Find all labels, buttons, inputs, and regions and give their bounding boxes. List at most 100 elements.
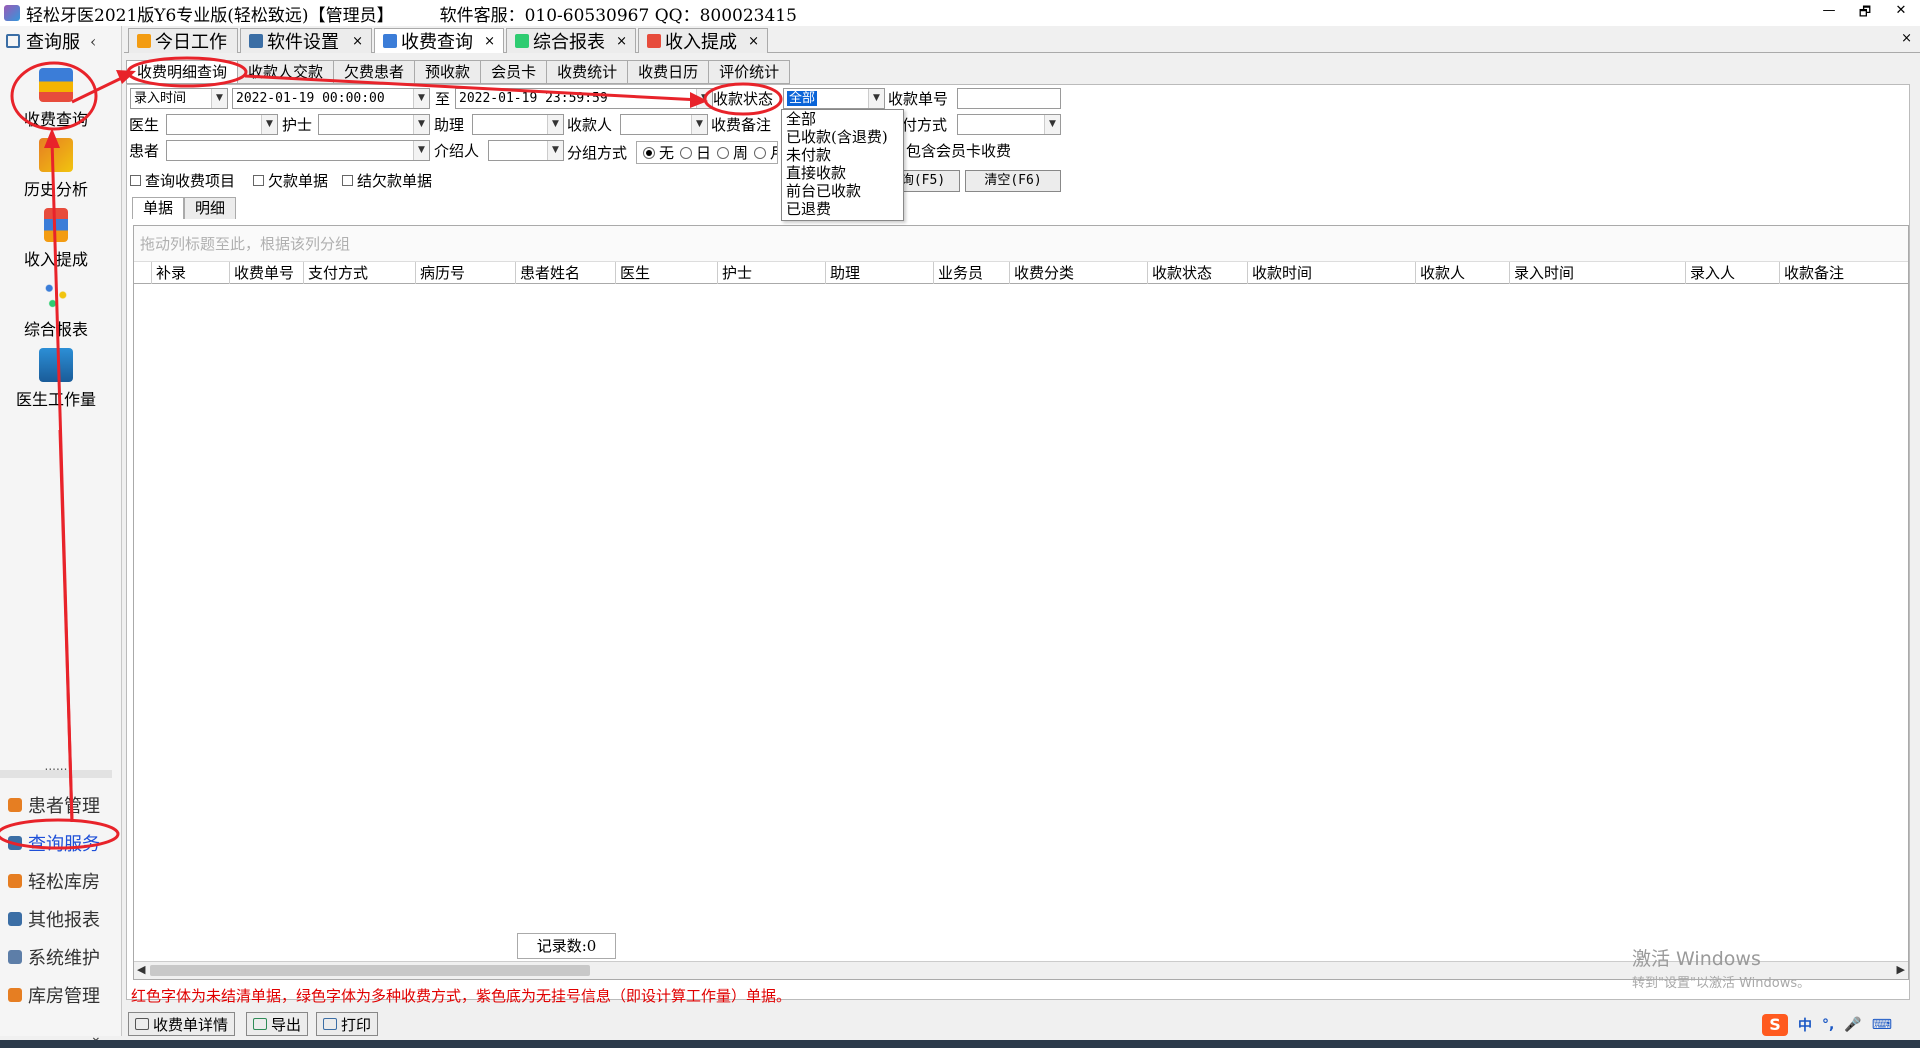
module-charge-query[interactable]: 收费查询: [0, 68, 112, 130]
microphone-icon[interactable]: 🎤: [1844, 1017, 1861, 1033]
column-header[interactable]: 录入时间: [1510, 262, 1686, 284]
sogou-logo-icon[interactable]: S: [1762, 1014, 1788, 1036]
pay-method-select[interactable]: ▼: [957, 114, 1061, 135]
debt-bills-checkbox[interactable]: 欠款单据: [253, 170, 328, 191]
column-header[interactable]: 医生: [616, 262, 718, 284]
tab-charge-query[interactable]: 收费查询 ×: [374, 28, 504, 53]
scroll-left-icon[interactable]: ◀: [137, 963, 145, 976]
close-icon[interactable]: ×: [484, 34, 495, 49]
column-header[interactable]: 护士: [718, 262, 826, 284]
cashier-select[interactable]: ▼: [620, 114, 708, 135]
nav-system-maintenance[interactable]: 系统维护: [8, 942, 112, 972]
group-panel[interactable]: 拖动列标题至此，根据该列分组: [134, 226, 1908, 262]
column-header[interactable]: 助理: [826, 262, 934, 284]
close-button[interactable]: ✕: [1890, 3, 1912, 25]
close-icon[interactable]: ×: [748, 34, 759, 49]
tab-label: 收费查询: [401, 32, 473, 53]
collapse-chevron-icon[interactable]: ‹: [90, 32, 96, 51]
subtab-charge-detail[interactable]: 收费明细查询: [126, 60, 238, 84]
column-header[interactable]: 收款时间: [1248, 262, 1416, 284]
nav-patient-management[interactable]: 患者管理: [8, 790, 112, 820]
panel-splitter[interactable]: ......: [0, 760, 112, 778]
status-option-paid[interactable]: 已收款(含退费): [782, 128, 903, 146]
status-option-refunded[interactable]: 已退费: [782, 200, 903, 218]
settled-debt-checkbox[interactable]: 结欠款单据: [342, 170, 432, 191]
column-header[interactable]: 病历号: [416, 262, 516, 284]
column-header[interactable]: 业务员: [934, 262, 1010, 284]
group-month-radio[interactable]: 月: [754, 142, 777, 163]
column-header[interactable]: 收款状态: [1148, 262, 1248, 284]
group-none-radio[interactable]: 无: [643, 142, 674, 163]
module-comprehensive-report[interactable]: 综合报表: [0, 278, 112, 340]
close-icon[interactable]: ×: [616, 34, 627, 49]
ime-punctuation[interactable]: °,: [1822, 1017, 1834, 1033]
column-header[interactable]: 收费分类: [1010, 262, 1148, 284]
ime-language[interactable]: 中: [1798, 1015, 1812, 1035]
clear-button[interactable]: 清空(F6): [965, 170, 1061, 192]
module-history-analysis[interactable]: 历史分析: [0, 138, 112, 200]
status-option-front-desk[interactable]: 前台已收款: [782, 182, 903, 200]
restore-button[interactable]: 🗗: [1854, 3, 1876, 25]
close-all-tabs-icon[interactable]: ×: [1901, 31, 1912, 46]
tab-details[interactable]: 明细: [184, 197, 237, 219]
column-header[interactable]: 收款人: [1416, 262, 1510, 284]
bill-detail-button[interactable]: 收费单详情: [128, 1012, 236, 1036]
column-header[interactable]: 收费单号: [230, 262, 304, 284]
print-button[interactable]: 打印: [316, 1012, 379, 1036]
subtab-debt-patients[interactable]: 欠费患者: [333, 60, 415, 84]
scroll-right-icon[interactable]: ▶: [1897, 963, 1905, 976]
status-label: 收款状态: [713, 90, 774, 108]
report-dots-icon: [515, 34, 529, 48]
column-header[interactable]: 收款备注: [1780, 262, 1908, 284]
column-header[interactable]: 支付方式: [304, 262, 416, 284]
module-doctor-workload[interactable]: 医生工作量: [0, 348, 112, 410]
tab-today-work[interactable]: 今日工作: [128, 28, 238, 53]
export-button[interactable]: 导出: [246, 1012, 309, 1036]
end-time-value: 2022-01-19 23:59:59: [459, 91, 608, 106]
keyboard-icon[interactable]: ⌨: [1872, 1017, 1892, 1033]
subtab-cashier-handover[interactable]: 收款人交款: [237, 60, 334, 84]
nav-store-management[interactable]: 库房管理: [8, 980, 112, 1010]
receipt-no-input[interactable]: [957, 88, 1061, 109]
chevron-down-icon: ▼: [691, 115, 707, 134]
close-icon[interactable]: ×: [352, 34, 363, 49]
tab-software-settings[interactable]: 软件设置 ×: [240, 28, 372, 53]
income-bar-icon: [647, 34, 661, 48]
end-time-field[interactable]: 2022-01-19 23:59:59 ▼: [455, 88, 713, 109]
status-option-unpaid[interactable]: 未付款: [782, 146, 903, 164]
tab-comprehensive-report[interactable]: 综合报表 ×: [506, 28, 636, 53]
nurse-select[interactable]: ▼: [318, 114, 430, 135]
chart-icon: [383, 34, 397, 48]
column-header[interactable]: 补录: [152, 262, 230, 284]
start-time-field[interactable]: 2022-01-19 00:00:00 ▼: [232, 88, 430, 109]
status-option-direct[interactable]: 直接收款: [782, 164, 903, 182]
main-tabs: 今日工作 软件设置 × 收费查询 × 综合报表 × 收入提成 ×: [124, 26, 1920, 53]
minimize-button[interactable]: —: [1818, 3, 1840, 25]
query-items-checkbox[interactable]: 查询收费项目: [130, 170, 235, 191]
column-header[interactable]: 患者姓名: [516, 262, 616, 284]
doctor-select[interactable]: ▼: [166, 114, 278, 135]
subtab-prepayment[interactable]: 预收款: [414, 60, 481, 84]
group-week-radio[interactable]: 周: [717, 142, 748, 163]
group-day-radio[interactable]: 日: [680, 142, 711, 163]
tab-bills[interactable]: 单据: [132, 197, 185, 219]
subtab-member-card[interactable]: 会员卡: [480, 60, 547, 84]
module-income-commission[interactable]: 收入提成: [0, 208, 112, 270]
status-select[interactable]: 全部 ▼: [783, 88, 885, 109]
nav-other-reports[interactable]: 其他报表: [8, 904, 112, 934]
tab-income-commission[interactable]: 收入提成 ×: [638, 28, 768, 53]
column-header[interactable]: 录入人: [1686, 262, 1780, 284]
introducer-select[interactable]: ▼: [488, 140, 564, 161]
nav-warehouse[interactable]: 轻松库房: [8, 866, 112, 896]
subtab-charge-calendar[interactable]: 收费日历: [627, 60, 709, 84]
subtab-evaluation-stats[interactable]: 评价统计: [708, 60, 791, 84]
nav-query-service[interactable]: 查询服务: [8, 828, 112, 858]
member-card-checkbox[interactable]: 包含会员卡收费: [906, 140, 1011, 161]
assistant-select[interactable]: ▼: [472, 114, 564, 135]
tab-label: 综合报表: [533, 32, 605, 53]
time-type-select[interactable]: 录入时间 ▼: [130, 88, 228, 109]
subtab-charge-stats[interactable]: 收费统计: [546, 60, 628, 84]
scroll-thumb[interactable]: [150, 965, 590, 976]
status-option-all[interactable]: 全部: [782, 110, 903, 128]
patient-select[interactable]: ▼: [166, 140, 430, 161]
